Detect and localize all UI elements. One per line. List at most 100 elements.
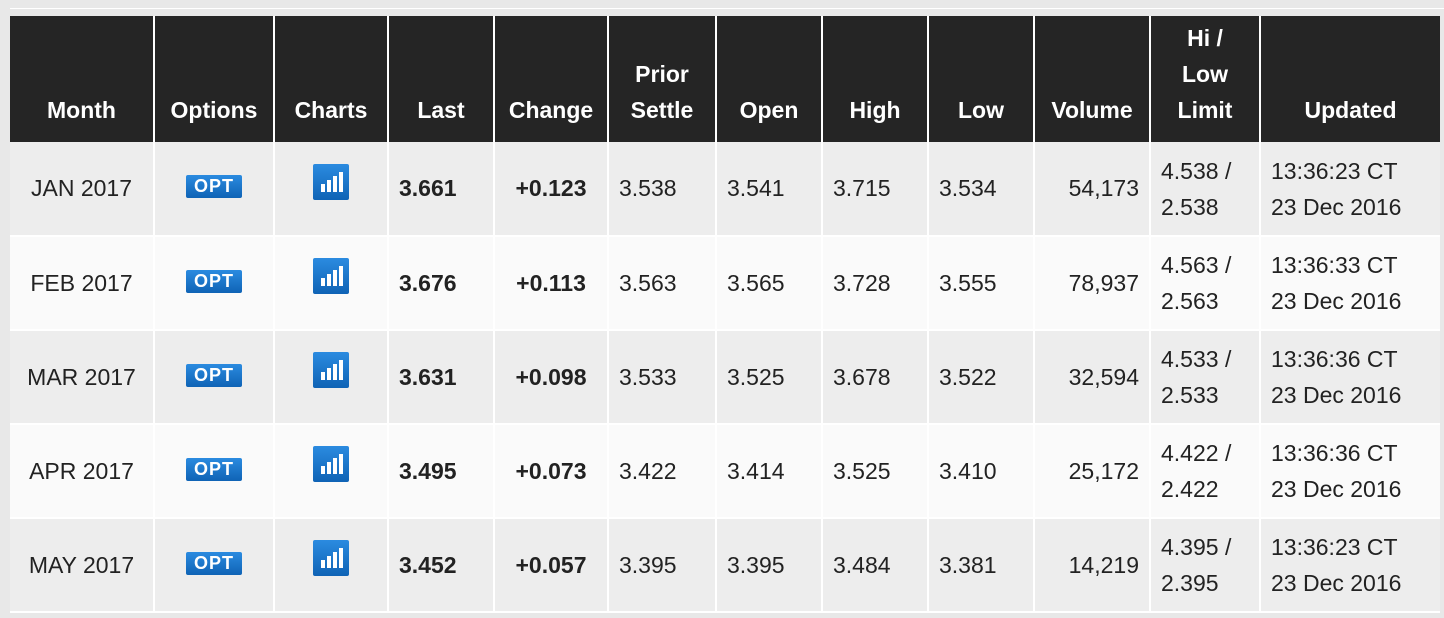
updated-time: 13:36:36 CT	[1271, 346, 1398, 372]
bar-chart-icon[interactable]	[313, 446, 349, 482]
quotes-panel: Month Options Charts Last Change Prior Se…	[10, 0, 1444, 618]
change-cell: +0.073	[494, 424, 609, 519]
last-cell: 3.676	[388, 236, 495, 331]
col-header-limit: Hi / Low Limit	[1150, 16, 1261, 142]
change-cell: +0.098	[494, 330, 609, 425]
table-row: APR 2017 OPT 3.495 +0.073 3.422 3.414 3.…	[10, 424, 1440, 519]
limit-cell: 4.538 / 2.538	[1150, 142, 1261, 237]
limit-cell: 4.563 / 2.563	[1150, 236, 1261, 331]
bar-chart-icon[interactable]	[313, 540, 349, 576]
limit-hi: 4.533 /	[1161, 346, 1232, 372]
limit-low: 2.395	[1161, 570, 1219, 596]
month-cell: APR 2017	[10, 424, 155, 519]
low-cell: 3.555	[928, 236, 1035, 331]
high-cell: 3.484	[822, 518, 929, 613]
high-cell: 3.678	[822, 330, 929, 425]
volume-cell: 54,173	[1034, 142, 1151, 237]
updated-date: 23 Dec 2016	[1271, 288, 1402, 314]
last-cell: 3.452	[388, 518, 495, 613]
updated-time: 13:36:23 CT	[1271, 534, 1398, 560]
bar-chart-icon[interactable]	[313, 258, 349, 294]
opt-button[interactable]: OPT	[185, 551, 242, 575]
prior-settle-cell: 3.533	[608, 330, 717, 425]
open-cell: 3.525	[716, 330, 823, 425]
change-cell: +0.113	[494, 236, 609, 331]
table-row: JAN 2017 OPT 3.661 +0.123 3.538 3.541 3.…	[10, 142, 1440, 237]
updated-cell: 13:36:33 CT 23 Dec 2016	[1260, 236, 1440, 331]
high-cell: 3.525	[822, 424, 929, 519]
col-header-change[interactable]: Change	[494, 16, 609, 142]
col-header-charts: Charts	[274, 16, 389, 142]
opt-button[interactable]: OPT	[185, 269, 242, 293]
opt-button[interactable]: OPT	[185, 457, 242, 481]
table-header-row: Month Options Charts Last Change Prior Se…	[10, 16, 1440, 142]
month-cell: FEB 2017	[10, 236, 155, 331]
updated-date: 23 Dec 2016	[1271, 476, 1402, 502]
open-cell: 3.395	[716, 518, 823, 613]
col-header-month[interactable]: Month	[10, 16, 155, 142]
updated-time: 13:36:23 CT	[1271, 157, 1398, 184]
col-header-options: Options	[154, 16, 275, 142]
updated-cell: 13:36:23 CT 23 Dec 2016	[1260, 518, 1440, 613]
month-cell: MAR 2017	[10, 330, 155, 425]
options-cell: OPT	[154, 518, 275, 613]
updated-date: 23 Dec 2016	[1271, 193, 1402, 220]
col-header-prior-settle[interactable]: Prior Settle	[608, 16, 717, 142]
col-header-low[interactable]: Low	[928, 16, 1035, 142]
open-cell: 3.414	[716, 424, 823, 519]
limit-low: 2.563	[1161, 288, 1219, 314]
open-cell: 3.565	[716, 236, 823, 331]
updated-time: 13:36:36 CT	[1271, 440, 1398, 466]
table-row: MAR 2017 OPT 3.631 +0.098 3.533 3.525 3.…	[10, 330, 1440, 425]
volume-cell: 14,219	[1034, 518, 1151, 613]
month-cell: JAN 2017	[10, 142, 155, 237]
updated-date: 23 Dec 2016	[1271, 570, 1402, 596]
opt-button[interactable]: OPT	[185, 363, 242, 387]
bar-chart-icon[interactable]	[313, 163, 349, 200]
limit-hi: 4.538 /	[1161, 157, 1232, 184]
col-header-volume[interactable]: Volume	[1034, 16, 1151, 142]
open-cell: 3.541	[716, 142, 823, 237]
last-cell: 3.495	[388, 424, 495, 519]
month-cell: MAY 2017	[10, 518, 155, 613]
high-cell: 3.715	[822, 142, 929, 237]
volume-cell: 78,937	[1034, 236, 1151, 331]
col-header-updated[interactable]: Updated	[1260, 16, 1440, 142]
options-cell: OPT	[154, 424, 275, 519]
table-row: FEB 2017 OPT 3.676 +0.113 3.563 3.565 3.…	[10, 236, 1440, 331]
prior-settle-cell: 3.395	[608, 518, 717, 613]
limit-low: 2.538	[1161, 193, 1219, 220]
change-cell: +0.057	[494, 518, 609, 613]
charts-cell	[274, 236, 389, 331]
bar-chart-icon[interactable]	[313, 352, 349, 388]
limit-hi: 4.563 /	[1161, 252, 1232, 278]
top-strip	[10, 0, 1444, 9]
options-cell: OPT	[154, 236, 275, 331]
charts-cell	[274, 142, 389, 237]
high-cell: 3.728	[822, 236, 929, 331]
options-cell: OPT	[154, 330, 275, 425]
updated-cell: 13:36:23 CT 23 Dec 2016	[1260, 142, 1440, 237]
col-header-last[interactable]: Last	[388, 16, 495, 142]
limit-low: 2.533	[1161, 382, 1219, 408]
low-cell: 3.534	[928, 142, 1035, 237]
options-cell: OPT	[154, 142, 275, 237]
charts-cell	[274, 518, 389, 613]
limit-cell: 4.395 / 2.395	[1150, 518, 1261, 613]
col-header-open[interactable]: Open	[716, 16, 823, 142]
col-header-high[interactable]: High	[822, 16, 929, 142]
quotes-table-body: JAN 2017 OPT 3.661 +0.123 3.538 3.541 3.…	[10, 142, 1440, 613]
limit-low: 2.422	[1161, 476, 1219, 502]
low-cell: 3.381	[928, 518, 1035, 613]
change-cell: +0.123	[494, 142, 609, 237]
updated-time: 13:36:33 CT	[1271, 252, 1398, 278]
charts-cell	[274, 330, 389, 425]
volume-cell: 25,172	[1034, 424, 1151, 519]
prior-settle-cell: 3.422	[608, 424, 717, 519]
prior-settle-cell: 3.538	[608, 142, 717, 237]
limit-hi: 4.395 /	[1161, 534, 1232, 560]
last-cell: 3.631	[388, 330, 495, 425]
prior-settle-cell: 3.563	[608, 236, 717, 331]
low-cell: 3.522	[928, 330, 1035, 425]
opt-button[interactable]: OPT	[185, 175, 242, 198]
